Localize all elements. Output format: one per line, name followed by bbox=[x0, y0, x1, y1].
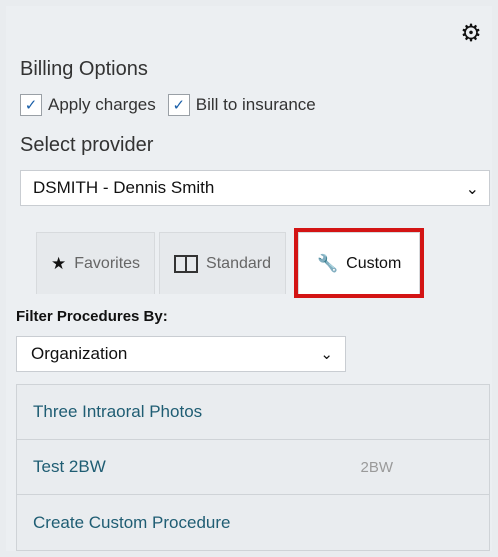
procedure-code: 2BW bbox=[360, 458, 393, 476]
create-custom-procedure-link[interactable]: Create Custom Procedure bbox=[17, 495, 489, 550]
bill-to-insurance-option[interactable]: ✓ Bill to insurance bbox=[167, 94, 316, 116]
apply-charges-option[interactable]: ✓ Apply charges bbox=[20, 94, 156, 116]
tab-standard[interactable]: Standard bbox=[159, 232, 286, 294]
select-provider-heading: Select provider bbox=[20, 134, 154, 156]
procedure-item[interactable]: Test 2BW 2BW bbox=[17, 440, 489, 495]
filter-selected-value: Organization bbox=[31, 344, 128, 363]
procedure-tabs: ★ Favorites Standard 🔧 Custom bbox=[36, 228, 425, 298]
procedure-name: Three Intraoral Photos bbox=[33, 402, 203, 421]
procedure-item[interactable]: Three Intraoral Photos bbox=[17, 385, 489, 440]
tab-custom-label: Custom bbox=[346, 254, 402, 272]
tab-favorites-label: Favorites bbox=[74, 254, 141, 272]
apply-charges-label: Apply charges bbox=[48, 95, 156, 114]
chevron-down-icon: ⌄ bbox=[320, 346, 333, 363]
gear-icon[interactable]: ⚙ bbox=[458, 20, 484, 47]
filter-procedures-label: Filter Procedures By: bbox=[16, 308, 168, 325]
bill-to-insurance-checkbox[interactable]: ✓ bbox=[167, 94, 190, 116]
billing-options-heading: Billing Options bbox=[20, 58, 148, 80]
tab-standard-label: Standard bbox=[206, 254, 271, 272]
chevron-down-icon: ⌄ bbox=[465, 181, 479, 198]
provider-selected-value: DSMITH - Dennis Smith bbox=[33, 178, 215, 197]
book-icon bbox=[174, 254, 199, 273]
procedure-name: Create Custom Procedure bbox=[33, 512, 231, 532]
star-icon: ★ bbox=[51, 253, 67, 273]
procedure-list: Three Intraoral Photos Test 2BW 2BW Crea… bbox=[16, 384, 490, 551]
billing-panel: ⚙ Billing Options ✓ Apply charges ✓ Bill… bbox=[6, 6, 492, 551]
provider-select[interactable]: DSMITH - Dennis Smith ⌄ bbox=[20, 170, 490, 206]
wrench-icon: 🔧 bbox=[316, 253, 339, 273]
bill-to-insurance-label: Bill to insurance bbox=[195, 95, 316, 114]
tab-favorites[interactable]: ★ Favorites bbox=[36, 232, 156, 294]
procedure-name: Test 2BW bbox=[33, 457, 106, 476]
filter-select[interactable]: Organization ⌄ bbox=[16, 336, 346, 372]
apply-charges-checkbox[interactable]: ✓ bbox=[20, 94, 42, 116]
tab-custom[interactable]: 🔧 Custom bbox=[293, 228, 425, 298]
billing-checkboxes: ✓ Apply charges ✓ Bill to insurance bbox=[20, 94, 316, 116]
